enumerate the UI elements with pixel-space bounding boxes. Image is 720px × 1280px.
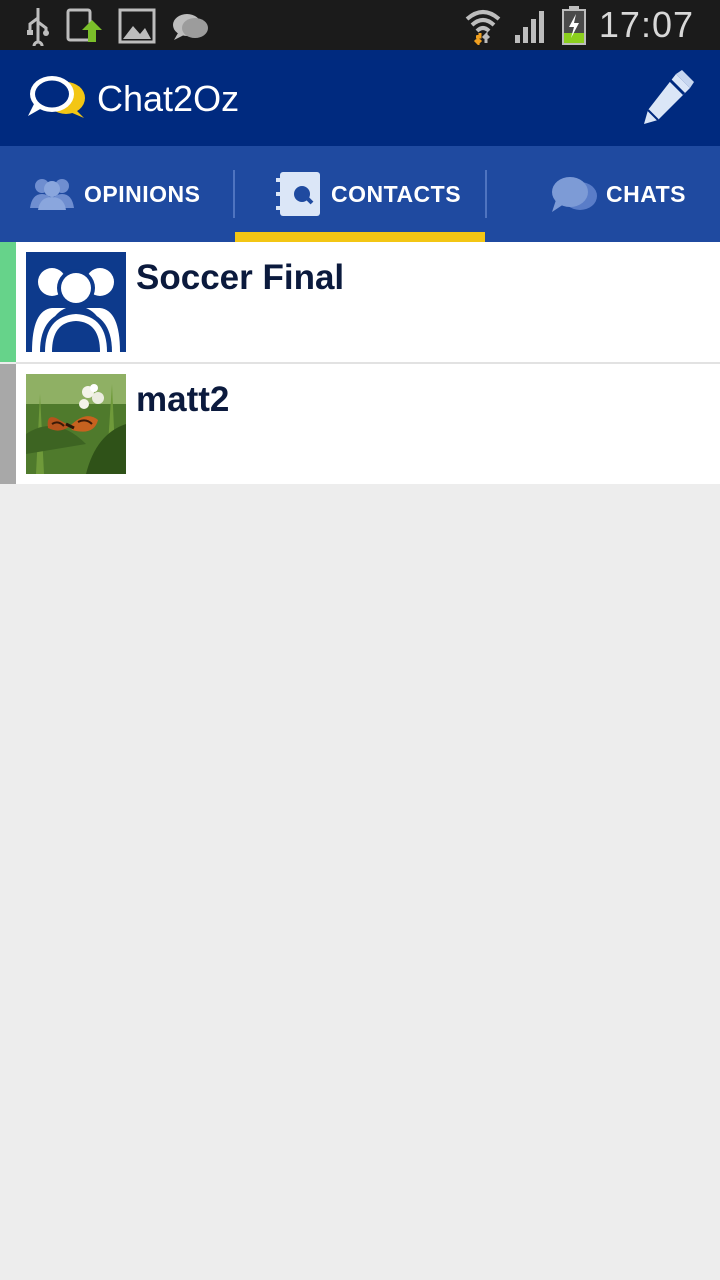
image-icon xyxy=(118,8,156,44)
tab-contacts-label: CONTACTS xyxy=(331,180,462,207)
selected-tab-indicator xyxy=(235,232,485,242)
app-title: Chat2Oz xyxy=(97,78,240,119)
usb-icon xyxy=(27,8,49,46)
system-icons: 17:07 xyxy=(465,4,694,46)
signal-icon xyxy=(514,11,544,43)
tab-chats-label: CHATS xyxy=(606,180,687,207)
group-avatar-icon xyxy=(26,252,126,352)
tab-opinions-label: OPINIONS xyxy=(84,180,201,207)
status-indicator xyxy=(0,364,16,484)
tab-divider xyxy=(485,170,487,218)
notification-icons xyxy=(24,6,210,46)
status-indicator xyxy=(0,242,16,362)
chat-bubbles-icon xyxy=(552,177,597,212)
butterfly-photo xyxy=(26,374,126,474)
file-upload-icon xyxy=(66,8,102,42)
tab-chats[interactable]: CHATS xyxy=(550,146,686,242)
tab-divider xyxy=(233,170,235,218)
list-item[interactable]: Soccer Final xyxy=(0,242,720,362)
tab-opinions[interactable]: OPINIONS xyxy=(28,146,200,242)
tab-contacts[interactable]: CONTACTS xyxy=(276,146,461,242)
contacts-book-icon xyxy=(276,172,320,216)
people-icon xyxy=(30,179,74,210)
clock: 17:07 xyxy=(598,4,694,45)
tab-bar: OPINIONS CONTACTS CHATS xyxy=(0,146,720,242)
pencil-icon[interactable] xyxy=(640,70,694,126)
list-item[interactable]: matt2 xyxy=(0,364,720,484)
chat-notification-icon xyxy=(173,14,208,40)
contact-name: Soccer Final xyxy=(136,258,345,297)
chat-bubbles-logo-icon xyxy=(28,76,85,118)
battery-charging-icon xyxy=(561,6,586,45)
app-bar: Chat2Oz xyxy=(0,50,720,146)
status-bar: 17:07 xyxy=(0,0,720,50)
wifi-icon xyxy=(465,10,501,45)
contact-name: matt2 xyxy=(136,380,230,419)
